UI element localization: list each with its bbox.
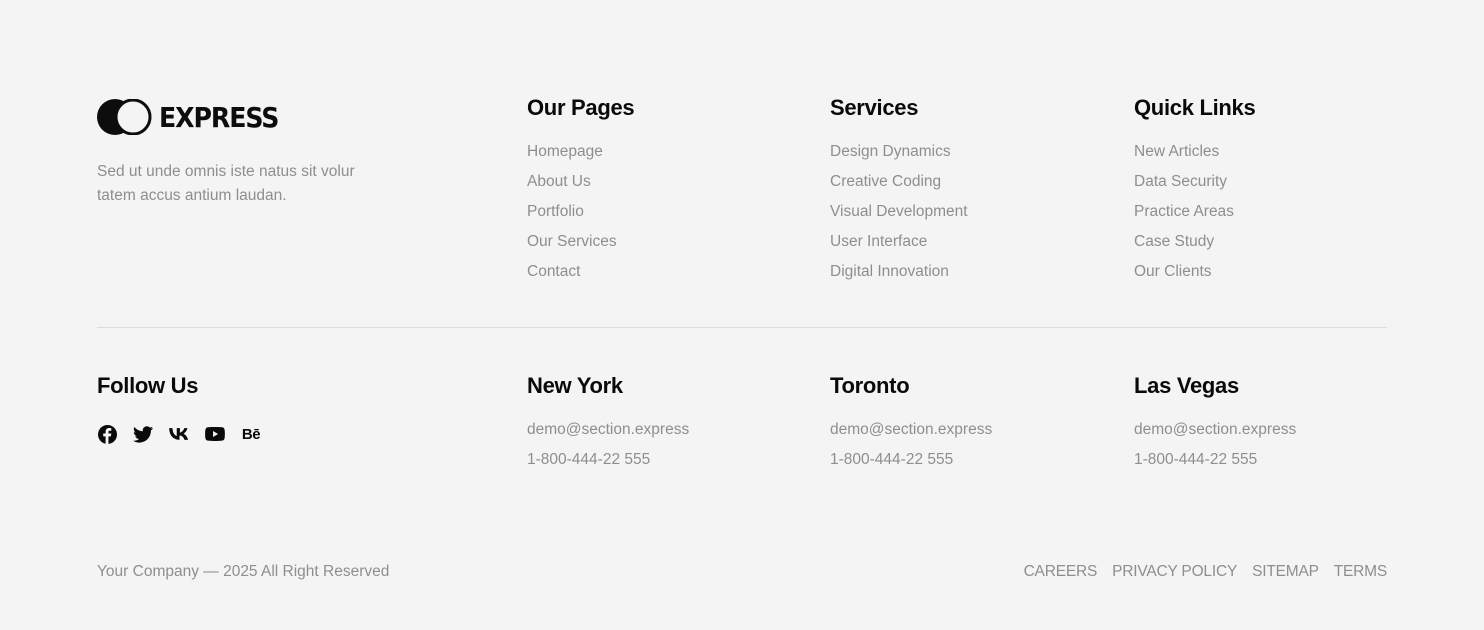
footer-link-case-study[interactable]: Case Study [1134, 233, 1234, 263]
twitter-icon[interactable] [133, 424, 153, 444]
footer-link-data-security[interactable]: Data Security [1134, 173, 1234, 203]
office-toronto-heading: Toronto [830, 373, 910, 398]
youtube-icon[interactable] [205, 424, 225, 444]
footer-link-user-interface[interactable]: User Interface [830, 233, 968, 263]
quick-links-list: New Articles Data Security Practice Area… [1134, 143, 1234, 293]
services-heading: Services [830, 95, 919, 120]
quick-links-heading: Quick Links [1134, 95, 1256, 120]
footer-link-visual-development[interactable]: Visual Development [830, 203, 968, 233]
facebook-icon[interactable] [97, 424, 117, 444]
office-toronto-phone[interactable]: 1-800-444-22 555 [830, 451, 992, 481]
vk-icon[interactable] [169, 424, 189, 444]
footer-link-new-articles[interactable]: New Articles [1134, 143, 1234, 173]
office-toronto-email[interactable]: demo@section.express [830, 421, 992, 451]
copyright-text: Your Company — 2025 All Right Reserved [97, 563, 390, 580]
office-las-vegas-phone[interactable]: 1-800-444-22 555 [1134, 451, 1296, 481]
footer-link-homepage[interactable]: Homepage [527, 143, 617, 173]
footer-link-creative-coding[interactable]: Creative Coding [830, 173, 968, 203]
footer-link-portfolio[interactable]: Portfolio [527, 203, 617, 233]
office-las-vegas-contacts: demo@section.express 1-800-444-22 555 [1134, 421, 1296, 481]
legal-links: CAREERS PRIVACY POLICY SITEMAP TERMS [1009, 563, 1388, 581]
office-las-vegas-heading: Las Vegas [1134, 373, 1239, 398]
footer-link-design-dynamics[interactable]: Design Dynamics [830, 143, 968, 173]
footer-link-about-us[interactable]: About Us [527, 173, 617, 203]
footer-link-digital-innovation[interactable]: Digital Innovation [830, 263, 968, 293]
our-pages-list: Homepage About Us Portfolio Our Services… [527, 143, 617, 293]
behance-icon[interactable]: Bē [241, 424, 261, 444]
footer-link-practice-areas[interactable]: Practice Areas [1134, 203, 1234, 233]
brand-name: EXPRESS [159, 100, 279, 134]
our-pages-heading: Our Pages [527, 95, 635, 120]
office-new-york-contacts: demo@section.express 1-800-444-22 555 [527, 421, 689, 481]
careers-link[interactable]: CAREERS [1024, 563, 1098, 581]
office-new-york-phone[interactable]: 1-800-444-22 555 [527, 451, 689, 481]
terms-link[interactable]: TERMS [1334, 563, 1387, 581]
footer-link-contact[interactable]: Contact [527, 263, 617, 293]
brand-logo[interactable]: EXPRESS [97, 99, 292, 135]
footer-divider [97, 327, 1387, 328]
office-new-york-email[interactable]: demo@section.express [527, 421, 689, 451]
office-new-york-heading: New York [527, 373, 623, 398]
footer-link-our-services[interactable]: Our Services [527, 233, 617, 263]
social-links: Bē [97, 424, 277, 444]
office-toronto-contacts: demo@section.express 1-800-444-22 555 [830, 421, 992, 481]
privacy-policy-link[interactable]: PRIVACY POLICY [1112, 563, 1237, 581]
follow-us-heading: Follow Us [97, 373, 199, 398]
logo-mark-icon [97, 99, 152, 135]
office-las-vegas-email[interactable]: demo@section.express [1134, 421, 1296, 451]
sitemap-link[interactable]: SITEMAP [1252, 563, 1319, 581]
behance-icon-text: Bē [241, 425, 261, 443]
brand-tagline: Sed ut unde omnis iste natus sit volur t… [97, 163, 355, 204]
services-list: Design Dynamics Creative Coding Visual D… [830, 143, 968, 293]
footer-link-our-clients[interactable]: Our Clients [1134, 263, 1234, 293]
